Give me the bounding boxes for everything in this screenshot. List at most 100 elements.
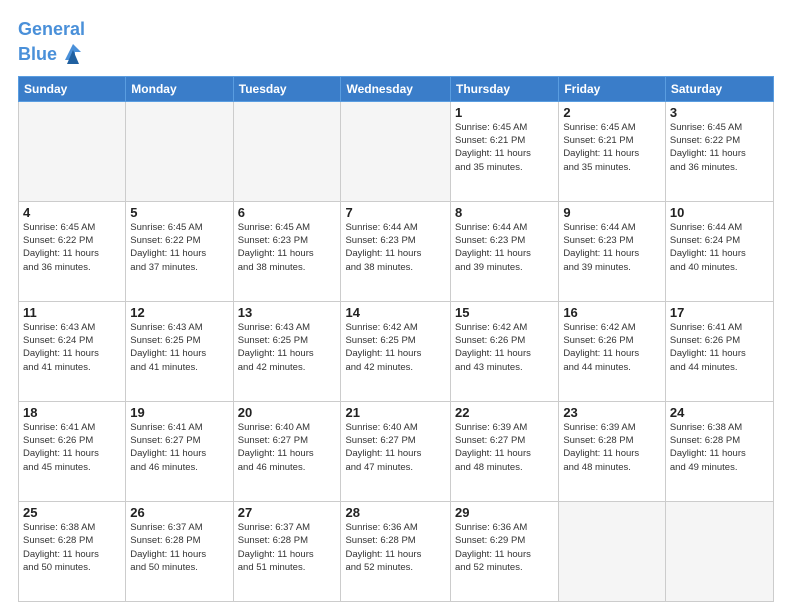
day-number: 28 [345, 505, 446, 520]
day-cell: 22Sunrise: 6:39 AM Sunset: 6:27 PM Dayli… [451, 401, 559, 501]
week-row-2: 4Sunrise: 6:45 AM Sunset: 6:22 PM Daylig… [19, 201, 774, 301]
day-cell: 8Sunrise: 6:44 AM Sunset: 6:23 PM Daylig… [451, 201, 559, 301]
day-number: 21 [345, 405, 446, 420]
day-number: 2 [563, 105, 661, 120]
week-row-1: 1Sunrise: 6:45 AM Sunset: 6:21 PM Daylig… [19, 101, 774, 201]
day-number: 9 [563, 205, 661, 220]
day-number: 19 [130, 405, 228, 420]
day-info: Sunrise: 6:42 AM Sunset: 6:26 PM Dayligh… [563, 321, 661, 374]
logo-general: General [18, 19, 85, 39]
col-header-wednesday: Wednesday [341, 76, 451, 101]
day-info: Sunrise: 6:39 AM Sunset: 6:28 PM Dayligh… [563, 421, 661, 474]
day-info: Sunrise: 6:40 AM Sunset: 6:27 PM Dayligh… [345, 421, 446, 474]
day-cell [559, 501, 666, 601]
col-header-friday: Friday [559, 76, 666, 101]
day-cell [341, 101, 451, 201]
day-info: Sunrise: 6:43 AM Sunset: 6:25 PM Dayligh… [130, 321, 228, 374]
day-info: Sunrise: 6:45 AM Sunset: 6:23 PM Dayligh… [238, 221, 337, 274]
day-number: 13 [238, 305, 337, 320]
day-cell: 9Sunrise: 6:44 AM Sunset: 6:23 PM Daylig… [559, 201, 666, 301]
day-info: Sunrise: 6:45 AM Sunset: 6:22 PM Dayligh… [670, 121, 769, 174]
day-cell: 18Sunrise: 6:41 AM Sunset: 6:26 PM Dayli… [19, 401, 126, 501]
week-row-5: 25Sunrise: 6:38 AM Sunset: 6:28 PM Dayli… [19, 501, 774, 601]
day-info: Sunrise: 6:44 AM Sunset: 6:23 PM Dayligh… [563, 221, 661, 274]
day-number: 17 [670, 305, 769, 320]
day-info: Sunrise: 6:44 AM Sunset: 6:23 PM Dayligh… [345, 221, 446, 274]
day-number: 24 [670, 405, 769, 420]
logo: General Blue [18, 20, 87, 70]
day-info: Sunrise: 6:41 AM Sunset: 6:27 PM Dayligh… [130, 421, 228, 474]
day-cell: 20Sunrise: 6:40 AM Sunset: 6:27 PM Dayli… [233, 401, 341, 501]
day-cell: 15Sunrise: 6:42 AM Sunset: 6:26 PM Dayli… [451, 301, 559, 401]
day-info: Sunrise: 6:44 AM Sunset: 6:23 PM Dayligh… [455, 221, 554, 274]
day-info: Sunrise: 6:41 AM Sunset: 6:26 PM Dayligh… [23, 421, 121, 474]
day-number: 26 [130, 505, 228, 520]
day-info: Sunrise: 6:38 AM Sunset: 6:28 PM Dayligh… [670, 421, 769, 474]
day-number: 7 [345, 205, 446, 220]
day-number: 8 [455, 205, 554, 220]
day-info: Sunrise: 6:45 AM Sunset: 6:22 PM Dayligh… [130, 221, 228, 274]
day-cell: 2Sunrise: 6:45 AM Sunset: 6:21 PM Daylig… [559, 101, 666, 201]
col-header-thursday: Thursday [451, 76, 559, 101]
day-cell: 19Sunrise: 6:41 AM Sunset: 6:27 PM Dayli… [126, 401, 233, 501]
day-number: 16 [563, 305, 661, 320]
day-info: Sunrise: 6:43 AM Sunset: 6:25 PM Dayligh… [238, 321, 337, 374]
day-number: 27 [238, 505, 337, 520]
day-cell: 14Sunrise: 6:42 AM Sunset: 6:25 PM Dayli… [341, 301, 451, 401]
day-info: Sunrise: 6:37 AM Sunset: 6:28 PM Dayligh… [238, 521, 337, 574]
logo-icon [59, 40, 87, 68]
day-cell: 28Sunrise: 6:36 AM Sunset: 6:28 PM Dayli… [341, 501, 451, 601]
day-info: Sunrise: 6:43 AM Sunset: 6:24 PM Dayligh… [23, 321, 121, 374]
day-number: 25 [23, 505, 121, 520]
day-cell: 27Sunrise: 6:37 AM Sunset: 6:28 PM Dayli… [233, 501, 341, 601]
day-cell: 23Sunrise: 6:39 AM Sunset: 6:28 PM Dayli… [559, 401, 666, 501]
week-row-3: 11Sunrise: 6:43 AM Sunset: 6:24 PM Dayli… [19, 301, 774, 401]
day-number: 15 [455, 305, 554, 320]
day-cell: 17Sunrise: 6:41 AM Sunset: 6:26 PM Dayli… [665, 301, 773, 401]
day-info: Sunrise: 6:45 AM Sunset: 6:22 PM Dayligh… [23, 221, 121, 274]
logo-blue: Blue [18, 45, 57, 65]
day-cell: 16Sunrise: 6:42 AM Sunset: 6:26 PM Dayli… [559, 301, 666, 401]
col-header-tuesday: Tuesday [233, 76, 341, 101]
col-header-saturday: Saturday [665, 76, 773, 101]
day-number: 10 [670, 205, 769, 220]
day-number: 12 [130, 305, 228, 320]
day-cell: 4Sunrise: 6:45 AM Sunset: 6:22 PM Daylig… [19, 201, 126, 301]
day-number: 1 [455, 105, 554, 120]
day-cell: 7Sunrise: 6:44 AM Sunset: 6:23 PM Daylig… [341, 201, 451, 301]
day-cell: 5Sunrise: 6:45 AM Sunset: 6:22 PM Daylig… [126, 201, 233, 301]
day-info: Sunrise: 6:36 AM Sunset: 6:29 PM Dayligh… [455, 521, 554, 574]
day-number: 18 [23, 405, 121, 420]
day-info: Sunrise: 6:39 AM Sunset: 6:27 PM Dayligh… [455, 421, 554, 474]
day-number: 23 [563, 405, 661, 420]
col-header-monday: Monday [126, 76, 233, 101]
day-info: Sunrise: 6:45 AM Sunset: 6:21 PM Dayligh… [563, 121, 661, 174]
day-cell: 13Sunrise: 6:43 AM Sunset: 6:25 PM Dayli… [233, 301, 341, 401]
col-header-sunday: Sunday [19, 76, 126, 101]
day-info: Sunrise: 6:37 AM Sunset: 6:28 PM Dayligh… [130, 521, 228, 574]
day-cell: 10Sunrise: 6:44 AM Sunset: 6:24 PM Dayli… [665, 201, 773, 301]
day-cell: 25Sunrise: 6:38 AM Sunset: 6:28 PM Dayli… [19, 501, 126, 601]
day-number: 3 [670, 105, 769, 120]
day-cell: 26Sunrise: 6:37 AM Sunset: 6:28 PM Dayli… [126, 501, 233, 601]
day-info: Sunrise: 6:45 AM Sunset: 6:21 PM Dayligh… [455, 121, 554, 174]
day-cell: 21Sunrise: 6:40 AM Sunset: 6:27 PM Dayli… [341, 401, 451, 501]
day-info: Sunrise: 6:42 AM Sunset: 6:26 PM Dayligh… [455, 321, 554, 374]
day-info: Sunrise: 6:36 AM Sunset: 6:28 PM Dayligh… [345, 521, 446, 574]
day-number: 29 [455, 505, 554, 520]
day-cell [19, 101, 126, 201]
day-number: 22 [455, 405, 554, 420]
day-number: 11 [23, 305, 121, 320]
day-cell: 3Sunrise: 6:45 AM Sunset: 6:22 PM Daylig… [665, 101, 773, 201]
day-info: Sunrise: 6:41 AM Sunset: 6:26 PM Dayligh… [670, 321, 769, 374]
day-info: Sunrise: 6:42 AM Sunset: 6:25 PM Dayligh… [345, 321, 446, 374]
calendar-table: SundayMondayTuesdayWednesdayThursdayFrid… [18, 76, 774, 602]
day-number: 6 [238, 205, 337, 220]
day-info: Sunrise: 6:38 AM Sunset: 6:28 PM Dayligh… [23, 521, 121, 574]
header: General Blue [18, 16, 774, 70]
day-cell: 29Sunrise: 6:36 AM Sunset: 6:29 PM Dayli… [451, 501, 559, 601]
day-info: Sunrise: 6:40 AM Sunset: 6:27 PM Dayligh… [238, 421, 337, 474]
day-cell: 1Sunrise: 6:45 AM Sunset: 6:21 PM Daylig… [451, 101, 559, 201]
day-number: 20 [238, 405, 337, 420]
day-cell: 11Sunrise: 6:43 AM Sunset: 6:24 PM Dayli… [19, 301, 126, 401]
